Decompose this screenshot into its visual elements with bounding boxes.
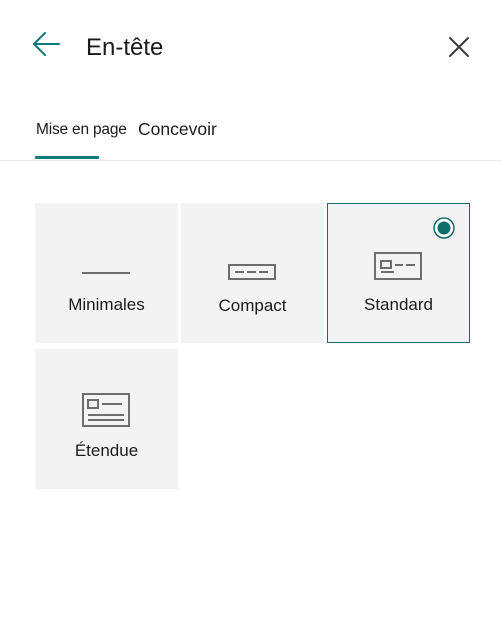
option-standard[interactable]: Standard [327,203,470,343]
close-button[interactable] [445,33,473,61]
option-label: Standard [364,295,433,314]
close-icon [449,37,469,57]
back-button[interactable] [30,30,64,60]
tab-layout[interactable]: Mise en page [36,116,127,144]
compact-header-icon [228,264,276,280]
standard-header-icon [374,252,422,280]
arrow-left-icon [33,32,60,56]
option-minimal[interactable]: Minimales [35,203,178,343]
extended-header-icon [82,393,130,427]
option-extended[interactable]: Étendue [35,349,178,489]
active-tab-indicator [35,156,99,159]
minimal-header-icon [82,272,130,274]
option-label: Minimales [68,295,145,314]
option-label: Étendue [74,441,139,460]
option-label: Compact [218,296,287,315]
tab-design[interactable]: Concevoir [138,116,217,142]
option-compact[interactable]: Compact [181,203,324,343]
tab-divider [0,160,502,161]
radio-selected-icon [433,217,455,239]
panel-title: En-tête [86,34,164,61]
